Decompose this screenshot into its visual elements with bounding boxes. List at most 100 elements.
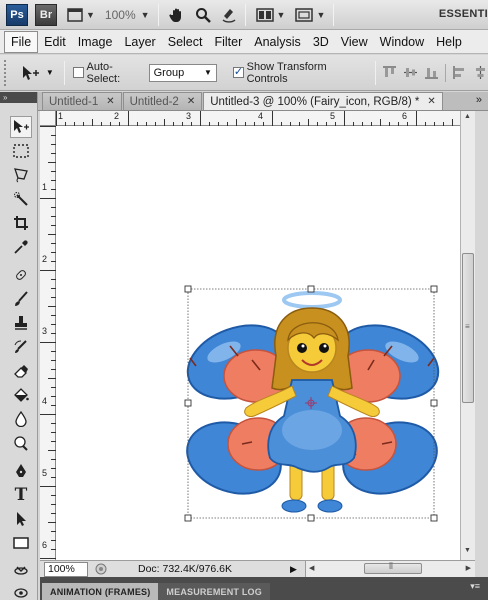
transform-handle[interactable] xyxy=(430,514,438,522)
tab-animation-frames[interactable]: ANIMATION (FRAMES) xyxy=(42,583,159,600)
fairy-artwork[interactable] xyxy=(56,126,460,560)
blur-tool[interactable] xyxy=(10,408,32,430)
auto-select-checkbox[interactable]: Auto-Select: xyxy=(72,61,145,85)
menu-3d[interactable]: 3D xyxy=(307,31,335,53)
rotate-view-button[interactable] xyxy=(221,4,237,26)
tool-preset-picker[interactable]: ▼ xyxy=(20,64,54,82)
menu-select[interactable]: Select xyxy=(162,31,209,53)
panel-menu-icon[interactable]: ▾≡ xyxy=(470,581,480,592)
marquee-tool[interactable] xyxy=(10,140,32,162)
transform-handle[interactable] xyxy=(430,285,438,293)
scroll-right-arrow-icon[interactable]: ▶ xyxy=(466,564,471,572)
menu-edit[interactable]: Edit xyxy=(38,31,72,53)
horizontal-scroll-thumb[interactable]: ⦀ xyxy=(364,561,422,574)
path-selection-tool[interactable] xyxy=(10,508,32,530)
show-transform-controls-checkbox[interactable]: Show Transform Controls xyxy=(232,60,367,85)
scroll-up-arrow-icon[interactable]: ▲ xyxy=(461,113,474,120)
screen-mode-button[interactable]: ▼ xyxy=(295,4,325,26)
panel-collapse-icon[interactable]: » xyxy=(476,94,482,106)
show-transform-check[interactable] xyxy=(232,65,244,78)
path-arrow-icon xyxy=(17,512,26,526)
ruler-label: 2 xyxy=(42,254,48,264)
document-canvas[interactable] xyxy=(56,126,460,560)
vertical-scrollbar[interactable]: ▲ ≡ ▼ xyxy=(460,111,475,560)
zoom-tool-button[interactable] xyxy=(195,4,211,26)
menu-help[interactable]: Help xyxy=(430,31,468,53)
tab-untitled-1[interactable]: Untitled-1 ✕ xyxy=(42,92,122,110)
chevron-down-icon[interactable]: ▼ xyxy=(141,10,150,20)
show-transform-label: Show Transform Controls xyxy=(246,60,327,85)
tab-untitled-3[interactable]: Untitled-3 @ 100% (Fairy_icon, RGB/8) * … xyxy=(203,92,443,110)
align-top-icon[interactable] xyxy=(382,65,397,80)
horizontal-ruler[interactable]: 1 2 3 4 5 6 xyxy=(56,111,460,126)
bridge-button[interactable]: Br xyxy=(35,3,57,26)
align-center-icon[interactable] xyxy=(473,65,488,80)
close-icon[interactable]: ✕ xyxy=(187,96,195,107)
transform-handle[interactable] xyxy=(184,514,192,522)
lasso-tool[interactable] xyxy=(10,164,32,186)
vertical-scroll-thumb[interactable]: ≡ xyxy=(462,253,474,403)
zoom-field[interactable]: 100% xyxy=(44,561,88,577)
hand-tool-button[interactable] xyxy=(168,4,185,26)
clone-stamp-tool[interactable] xyxy=(10,312,32,334)
align-left-icon[interactable] xyxy=(452,65,467,80)
transform-handle[interactable] xyxy=(184,399,192,407)
crop-tool[interactable] xyxy=(10,212,32,234)
history-brush-tool[interactable] xyxy=(10,336,32,358)
scroll-left-arrow-icon[interactable]: ◀ xyxy=(309,564,314,572)
grip-icon: ⦀ xyxy=(389,561,393,571)
transform-handle[interactable] xyxy=(184,285,192,293)
document-size-info[interactable]: Doc: 732.4K/976.6K xyxy=(138,563,288,575)
status-options-icon[interactable] xyxy=(94,562,108,576)
scroll-down-arrow-icon[interactable]: ▼ xyxy=(461,547,474,554)
pen-tool[interactable] xyxy=(10,460,32,482)
tools-panel-collapse[interactable]: » xyxy=(0,92,37,103)
eraser-tool[interactable] xyxy=(10,360,32,382)
auto-select-target-dropdown[interactable]: Group ▼ xyxy=(148,63,217,82)
arrange-documents-button[interactable]: ▼ xyxy=(255,4,285,26)
transform-handle[interactable] xyxy=(430,399,438,407)
rectangle-shape-icon xyxy=(13,537,29,549)
tab-measurement-log[interactable]: MEASUREMENT LOG xyxy=(158,583,270,600)
status-menu-arrow-icon[interactable]: ▶ xyxy=(290,564,297,575)
vertical-ruler[interactable]: 1 2 3 4 5 6 xyxy=(40,126,56,560)
menu-file[interactable]: File xyxy=(4,30,39,53)
dodge-icon xyxy=(14,436,28,451)
menu-image[interactable]: Image xyxy=(72,31,119,53)
lasso-icon xyxy=(14,168,28,183)
3d-orbit-tool[interactable] xyxy=(10,582,32,600)
auto-select-check[interactable] xyxy=(72,67,84,78)
type-tool[interactable]: T xyxy=(10,484,32,506)
menu-filter[interactable]: Filter xyxy=(208,31,248,53)
rectangle-tool[interactable] xyxy=(10,532,32,554)
photoshop-logo[interactable]: Ps xyxy=(6,3,28,26)
zoom-level[interactable]: 100% xyxy=(105,8,136,22)
screen-mode-icon xyxy=(295,7,314,22)
ruler-origin[interactable] xyxy=(40,111,56,126)
workspace-switcher[interactable]: ESSENTI xyxy=(439,8,488,20)
dodge-tool[interactable] xyxy=(10,432,32,454)
3d-rotate-tool[interactable] xyxy=(10,560,32,582)
tab-untitled-2[interactable]: Untitled-2 ✕ xyxy=(122,92,203,110)
close-icon[interactable]: ✕ xyxy=(427,96,435,107)
healing-brush-tool[interactable] xyxy=(10,264,32,286)
align-middle-icon[interactable] xyxy=(403,65,418,80)
quick-selection-icon xyxy=(14,192,28,206)
options-grip[interactable] xyxy=(4,59,10,86)
eye-right xyxy=(319,343,329,353)
align-bottom-icon[interactable] xyxy=(424,65,439,80)
menu-layer[interactable]: Layer xyxy=(118,31,161,53)
horizontal-scrollbar[interactable]: ◀ ⦀ ▶ xyxy=(305,561,475,577)
view-extras-button[interactable]: ▼ xyxy=(67,4,95,26)
close-icon[interactable]: ✕ xyxy=(106,96,114,107)
move-tool[interactable] xyxy=(10,116,32,138)
menu-window[interactable]: Window xyxy=(374,31,430,53)
transform-handle[interactable] xyxy=(307,514,315,522)
transform-handle[interactable] xyxy=(307,285,315,293)
eyedropper-tool[interactable] xyxy=(10,236,32,258)
menu-view[interactable]: View xyxy=(335,31,374,53)
paint-bucket-tool[interactable] xyxy=(10,384,32,406)
quick-selection-tool[interactable] xyxy=(10,188,32,210)
brush-tool[interactable] xyxy=(10,288,32,310)
menu-analysis[interactable]: Analysis xyxy=(248,31,307,53)
